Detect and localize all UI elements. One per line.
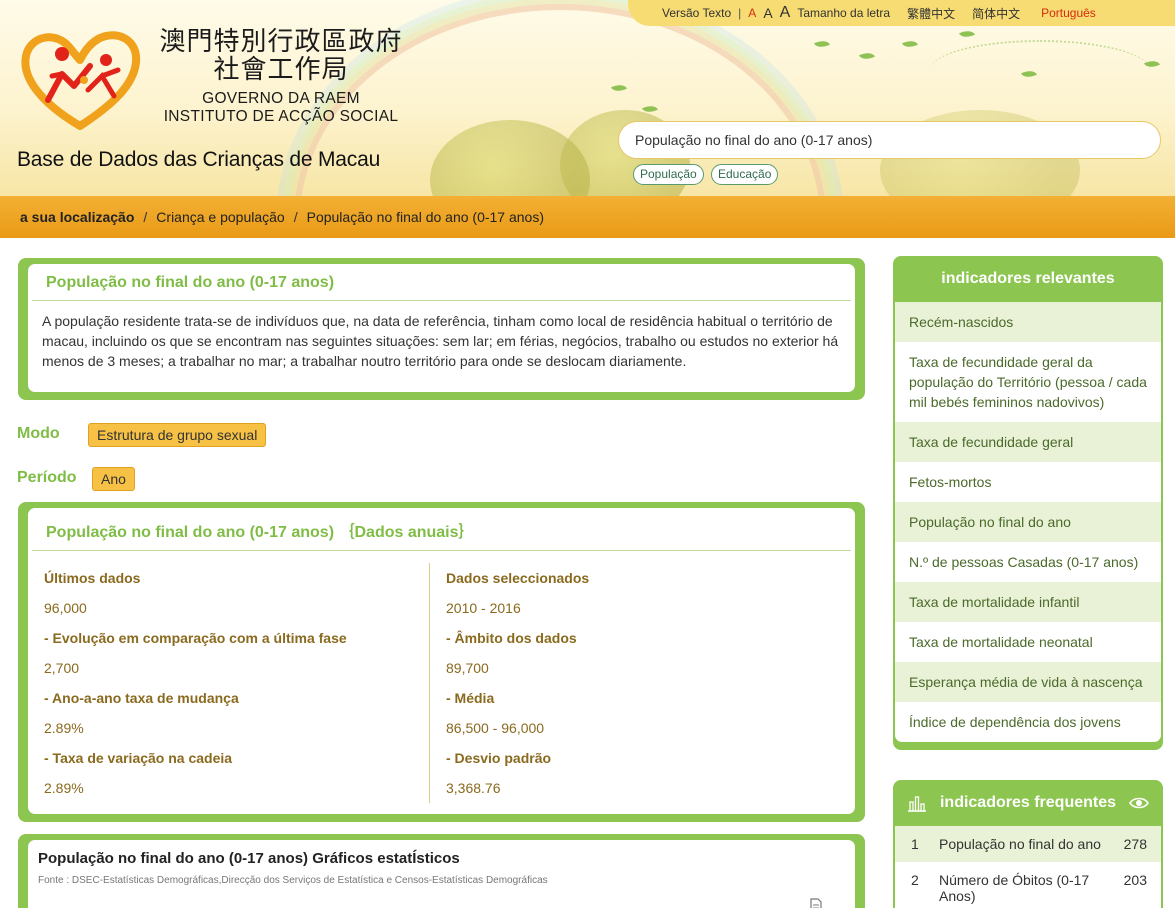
stat-label: - Ano-a-ano taxa de mudança — [44, 690, 239, 706]
related-item[interactable]: Esperança média de vida à nascença — [895, 662, 1161, 702]
related-item[interactable]: Taxa de mortalidade neonatal — [895, 622, 1161, 662]
related-indicators-heading: indicadores relevantes — [941, 270, 1115, 287]
definition-title: População no final do ano (0-17 anos) — [32, 264, 851, 301]
font-size-large-button[interactable]: A — [780, 4, 791, 22]
frequent-rank: 2 — [911, 872, 919, 888]
frequent-indicators-heading: indicadores frequentes — [939, 794, 1117, 811]
stat-value: 3,368.76 — [446, 780, 501, 796]
breadcrumb: a sua localização / Criança e população … — [0, 196, 1175, 238]
stat-label: Últimos dados — [44, 570, 141, 586]
stat-label: Dados seleccionados — [446, 570, 590, 586]
chart-panel-title: População no final do ano (0-17 anos) Gr… — [38, 850, 460, 867]
org-name-portuguese-line2: INSTITUTO DE ACÇÃO SOCIAL — [163, 108, 399, 125]
related-indicators-list: Recém-nascidos Taxa de fecundidade geral… — [895, 302, 1161, 742]
latest-data-column: Últimos dados 96,000 - Evolução em compa… — [28, 563, 430, 803]
related-item[interactable]: Índice de dependência dos jovens — [895, 702, 1161, 742]
related-item[interactable]: Taxa de mortalidade infantil — [895, 582, 1161, 622]
frequent-name: População no final do ano — [939, 836, 1101, 852]
selected-data-column: Dados seleccionados 2010 - 2016 - Âmbito… — [430, 563, 844, 803]
stat-label: - Taxa de variação na cadeia — [44, 750, 233, 766]
separator: | — [738, 6, 742, 20]
stat-value: 2.89% — [44, 720, 84, 736]
breadcrumb-item-current[interactable]: População no final do ano (0-17 anos) — [307, 209, 544, 225]
font-size-medium-button[interactable]: A — [763, 5, 772, 21]
chart-panel-body: População no final do ano (0-17 anos) Gr… — [28, 840, 855, 908]
breadcrumb-separator: / — [293, 209, 298, 225]
definition-text: A população residente trata-se de indiví… — [42, 313, 839, 369]
org-name-portuguese: GOVERNO DA RAEM INSTITUTO DE ACÇÃO SOCIA… — [150, 90, 412, 126]
lang-traditional-chinese-link[interactable]: 繁體中文 — [907, 5, 955, 22]
frequent-count: 278 — [1123, 836, 1147, 852]
font-size-small-button[interactable]: A — [748, 6, 756, 20]
definition-panel: População no final do ano (0-17 anos) A … — [18, 258, 865, 400]
stat-value: 86,500 - 96,000 — [446, 720, 545, 736]
stat-label: - Média — [446, 690, 495, 706]
statistics-title: População no final do ano (0-17 anos) ｛D… — [32, 508, 851, 551]
leaf-decoration — [813, 37, 831, 51]
frequent-name: Número de Óbitos (0-17 Anos) — [939, 872, 1090, 904]
text-version-link[interactable]: Versão Texto — [662, 6, 731, 20]
chart-panel: População no final do ano (0-17 anos) Gr… — [18, 834, 865, 908]
top-utility-bar: Versão Texto | A A A Tamanho da letra 繁體… — [628, 0, 1175, 26]
related-item[interactable]: Taxa de fecundidade geral — [895, 422, 1161, 462]
statistics-panel: População no final do ano (0-17 anos) ｛D… — [18, 502, 865, 822]
period-option-year[interactable]: Ano — [92, 467, 135, 491]
related-indicators-panel: indicadores relevantes Recém-nascidos Ta… — [893, 256, 1163, 750]
stat-label: - Evolução em comparação com a última fa… — [44, 630, 347, 646]
period-label: Período — [17, 469, 77, 486]
related-item[interactable]: N.º de pessoas Casadas (0-17 anos) — [895, 542, 1161, 582]
chart-source: Fonte : DSEC-Estatísticas Demográficas,D… — [38, 875, 548, 886]
org-name-chinese: 澳門特別行政區政府 社會工作局 — [150, 28, 412, 84]
statistics-columns: Últimos dados 96,000 - Evolução em compa… — [28, 551, 855, 803]
definition-panel-body: População no final do ano (0-17 anos) A … — [28, 264, 855, 392]
site-title[interactable]: Base de Dados das Crianças de Macau — [17, 148, 380, 172]
org-name-chinese-line2: 社會工作局 — [213, 55, 349, 85]
statistics-title-text: População no final do ano (0-17 anos) — [46, 524, 335, 541]
search-input[interactable]: População no final do ano (0-17 anos) — [618, 121, 1161, 159]
frequent-indicators-header: indicadores frequentes — [895, 780, 1161, 826]
org-name-chinese-line1: 澳門特別行政區政府 — [159, 27, 403, 57]
mode-label: Modo — [17, 425, 60, 442]
leaf-decoration — [901, 37, 919, 51]
eye-icon[interactable] — [1129, 796, 1149, 810]
stat-value: 2,700 — [44, 660, 80, 676]
vine-decoration — [930, 40, 1150, 100]
org-name-portuguese-line1: GOVERNO DA RAEM — [202, 90, 360, 107]
frequent-indicators-list: 1 População no final do ano 278 2 Número… — [895, 826, 1161, 908]
frequent-row[interactable]: 1 População no final do ano 278 — [895, 826, 1161, 862]
search-tag-populacao[interactable]: População — [633, 164, 704, 185]
document-icon[interactable] — [810, 898, 822, 908]
related-item[interactable]: Fetos-mortos — [895, 462, 1161, 502]
lang-simplified-chinese-link[interactable]: 简体中文 — [972, 5, 1020, 22]
stat-value: 89,700 — [446, 660, 489, 676]
stat-value: 96,000 — [44, 600, 87, 616]
related-item[interactable]: Recém-nascidos — [895, 302, 1161, 342]
frequent-indicators-panel: indicadores frequentes 1 População no fi… — [893, 780, 1163, 908]
statistics-subtitle: ｛Dados anuais｝ — [338, 524, 475, 541]
breadcrumb-label: a sua localização — [20, 209, 135, 225]
statistics-panel-body: População no final do ano (0-17 anos) ｛D… — [28, 508, 855, 814]
frequent-count: 203 — [1123, 872, 1147, 888]
lang-portuguese-link[interactable]: Português — [1041, 6, 1096, 20]
mode-option-sex-group[interactable]: Estrutura de grupo sexual — [88, 423, 267, 447]
breadcrumb-item-category[interactable]: Criança e população — [156, 209, 284, 225]
related-item[interactable]: Taxa de fecundidade geral da população d… — [895, 342, 1161, 422]
frequent-rank: 1 — [911, 836, 919, 852]
search-tag-educacao[interactable]: Educação — [711, 164, 779, 185]
stat-value: 2.89% — [44, 780, 84, 796]
stat-label: - Desvio padrão — [446, 750, 552, 766]
frequent-row[interactable]: 2 Número de Óbitos (0-17 Anos) 203 — [895, 862, 1161, 908]
leaf-decoration — [958, 27, 976, 41]
ias-logo[interactable] — [18, 26, 142, 130]
leaf-decoration — [858, 49, 876, 63]
stat-value: 2010 - 2016 — [446, 600, 521, 616]
font-size-label: Tamanho da letra — [797, 6, 891, 20]
stat-label: - Âmbito dos dados — [446, 630, 577, 646]
related-item[interactable]: População no final do ano — [895, 502, 1161, 542]
site-header: Versão Texto | A A A Tamanho da letra 繁體… — [0, 0, 1175, 196]
breadcrumb-separator: / — [143, 209, 148, 225]
bar-chart-icon — [908, 796, 926, 812]
